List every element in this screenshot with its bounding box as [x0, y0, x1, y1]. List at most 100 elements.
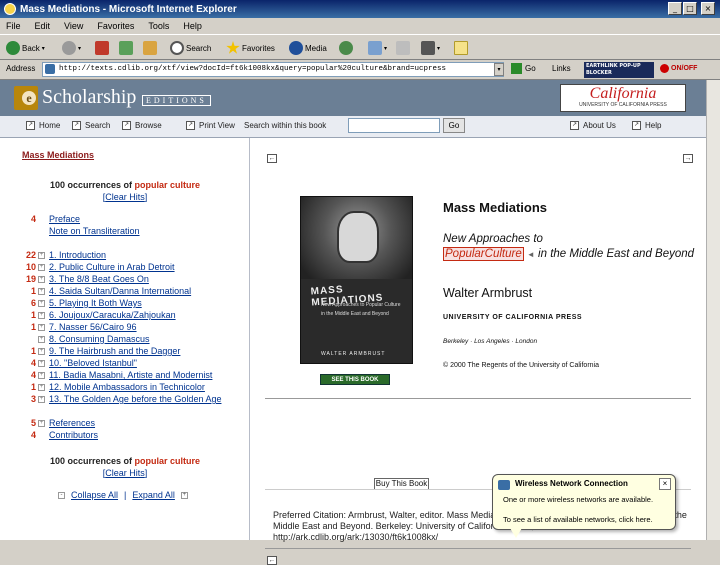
toc-link[interactable]: 11. Badia Masabni, Artiste and Modernist — [49, 370, 212, 380]
toc-link[interactable]: 6. Joujoux/Caracuka/Zahjoukan — [49, 310, 176, 320]
toc-link[interactable]: 7. Nasser 56/Cairo 96 — [49, 322, 137, 332]
toc-item[interactable]: 1 +6. Joujoux/Caracuka/Zahjoukan — [0, 310, 249, 322]
maximize-button[interactable]: □ — [683, 2, 697, 15]
prev-page-button-bottom[interactable]: ← — [267, 556, 277, 565]
toc-item[interactable]: Note on Transliteration — [0, 226, 249, 238]
toc-link[interactable]: 5. Playing It Both Ways — [49, 298, 142, 308]
nav-search[interactable]: ↗ Search — [72, 121, 110, 130]
refresh-button[interactable] — [119, 40, 133, 56]
see-this-book-button[interactable]: SEE THIS BOOK — [320, 374, 390, 385]
window-title-bar[interactable]: Mass Mediations - Microsoft Internet Exp… — [0, 0, 720, 18]
expand-icon[interactable]: + — [38, 348, 45, 355]
toc-item[interactable]: 5 + References — [0, 418, 249, 430]
menu-view[interactable]: View — [64, 21, 83, 31]
search-go-button[interactable]: Go — [443, 118, 465, 133]
toc-item[interactable]: 3 +13. The Golden Age before the Golden A… — [0, 394, 249, 406]
nav-home[interactable]: ↗ Home — [26, 121, 60, 130]
expand-icon[interactable]: + — [38, 420, 45, 427]
history-button[interactable] — [339, 40, 353, 56]
expand-icon[interactable]: + — [38, 384, 45, 391]
expand-icon[interactable]: + — [38, 324, 45, 331]
search-button[interactable]: Search — [170, 40, 211, 56]
menu-edit[interactable]: Edit — [35, 21, 51, 31]
forward-button[interactable]: ▾ — [62, 40, 81, 56]
earthlink-popup-blocker[interactable]: EARTHLINK POP-UP BLOCKER — [584, 62, 654, 78]
menu-favorites[interactable]: Favorites — [97, 21, 134, 31]
toc-book-title[interactable]: Mass Mediations — [22, 150, 94, 160]
highlighted-term[interactable]: PopularCulture — [443, 247, 524, 261]
toc-link[interactable]: 1. Introduction — [49, 250, 106, 260]
next-page-button[interactable]: → — [683, 154, 693, 163]
site-logo[interactable]: Scholarship — [42, 86, 136, 109]
mail-button[interactable]: ▾ — [368, 40, 387, 56]
go-button[interactable]: Go — [511, 63, 536, 74]
expand-icon[interactable]: + — [38, 336, 45, 343]
expand-icon[interactable]: + — [38, 372, 45, 379]
menu-help[interactable]: Help — [183, 21, 202, 31]
toc-item[interactable]: 1 +7. Nasser 56/Cairo 96 — [0, 322, 249, 334]
toc-item[interactable]: 4 +11. Badia Masabni, Artiste and Moderni… — [0, 370, 249, 382]
menu-file[interactable]: File — [6, 21, 21, 31]
toc-item[interactable]: 4 Preface — [0, 214, 249, 226]
discuss-button[interactable] — [454, 40, 468, 56]
toc-link[interactable]: 2. Public Culture in Arab Detroit — [49, 262, 175, 272]
toc-item[interactable]: 1 +9. The Hairbrush and the Dagger — [0, 346, 249, 358]
address-dropdown-button[interactable]: ▾ — [494, 63, 504, 76]
toc-link[interactable]: 9. The Hairbrush and the Dagger — [49, 346, 180, 356]
back-button[interactable]: Back ▾ — [6, 40, 45, 56]
expand-icon[interactable]: + — [38, 300, 45, 307]
minimize-button[interactable]: _ — [668, 2, 682, 15]
collapse-all-link[interactable]: Collapse All — [71, 490, 118, 500]
toc-link[interactable]: 13. The Golden Age before the Golden Age — [49, 394, 221, 404]
stop-button[interactable] — [95, 40, 109, 56]
menu-tools[interactable]: Tools — [148, 21, 169, 31]
wireless-notification-balloon[interactable]: Wireless Network Connection × One or mor… — [492, 474, 676, 530]
toc-link[interactable]: 8. Consuming Damascus — [49, 334, 150, 344]
toc-item[interactable]: 1 +4. Saida Sultan/Danna International — [0, 286, 249, 298]
clear-hits-top[interactable]: [Clear Hits] — [0, 192, 249, 202]
address-input[interactable]: http://texts.cdlib.org/xtf/view?docId=ft… — [42, 62, 504, 77]
toc-item[interactable]: 19 +3. The 8/8 Beat Goes On — [0, 274, 249, 286]
expand-icon[interactable]: + — [38, 288, 45, 295]
toc-link[interactable]: 12. Mobile Ambassadors in Technicolor — [49, 382, 205, 392]
expand-icon[interactable]: + — [38, 396, 45, 403]
close-icon[interactable]: × — [659, 478, 671, 490]
toc-item[interactable]: 22 +1. Introduction — [0, 250, 249, 262]
toc-link[interactable]: 10. "Beloved Istanbul" — [49, 358, 137, 368]
nav-help[interactable]: ↗ Help — [632, 121, 661, 130]
nav-browse[interactable]: ↗ Browse — [122, 121, 162, 130]
edit-button[interactable]: ▾ — [421, 40, 440, 56]
expand-icon[interactable]: + — [38, 276, 45, 283]
links-button[interactable]: Links — [552, 64, 571, 73]
prev-page-button[interactable]: ← — [267, 154, 277, 163]
balloon-click-here[interactable]: To see a list of available networks, cli… — [503, 515, 653, 524]
toc-link[interactable]: 4. Saida Sultan/Danna International — [49, 286, 191, 296]
toc-link[interactable]: Contributors — [49, 430, 98, 440]
favorites-button[interactable]: Favorites — [226, 40, 275, 56]
toc-item[interactable]: 6 +5. Playing It Both Ways — [0, 298, 249, 310]
toc-item[interactable]: +8. Consuming Damascus — [0, 334, 249, 346]
clear-hits-bottom[interactable]: [Clear Hits] — [0, 468, 249, 478]
expand-icon[interactable]: + — [38, 360, 45, 367]
expand-icon[interactable]: + — [38, 264, 45, 271]
toc-item[interactable]: 1 +12. Mobile Ambassadors in Technicolor — [0, 382, 249, 394]
toc-item[interactable]: 4 Contributors — [0, 430, 249, 442]
toc-item[interactable]: 10 +2. Public Culture in Arab Detroit — [0, 262, 249, 274]
toc-link[interactable]: References — [49, 418, 95, 428]
popup-onoff-toggle[interactable]: ON/OFF — [660, 64, 697, 73]
close-button[interactable]: × — [701, 2, 715, 15]
toc-link[interactable]: Note on Transliteration — [49, 226, 140, 236]
toc-item[interactable]: 4 +10. "Beloved Istanbul" — [0, 358, 249, 370]
expand-icon[interactable]: + — [38, 312, 45, 319]
toc-link[interactable]: 3. The 8/8 Beat Goes On — [49, 274, 149, 284]
toc-link[interactable]: Preface — [49, 214, 80, 224]
uc-press-logo[interactable]: California UNIVERSITY OF CALIFORNIA PRES… — [560, 84, 686, 112]
media-button[interactable]: Media — [289, 40, 327, 56]
home-button[interactable] — [143, 40, 157, 56]
expand-icon[interactable]: + — [38, 252, 45, 259]
search-within-input[interactable] — [348, 118, 440, 133]
expand-all-link[interactable]: Expand All — [132, 490, 175, 500]
nav-print-view[interactable]: ↗ Print View — [186, 121, 235, 130]
vertical-scrollbar[interactable] — [706, 80, 720, 540]
nav-about[interactable]: ↗ About Us — [570, 121, 616, 130]
